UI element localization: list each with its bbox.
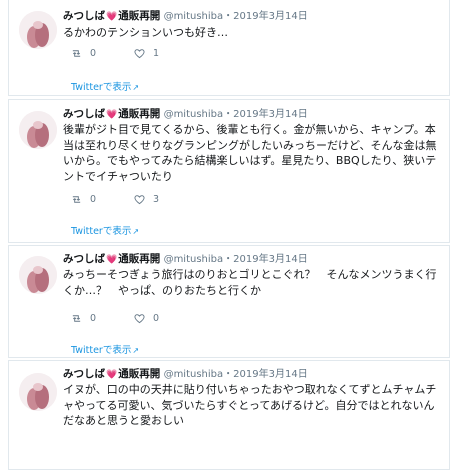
handle[interactable]: @mitushiba [164,254,224,265]
view-link-label: Twitterで表示 [71,82,132,93]
tweet-date[interactable]: 2019年3月14日 [233,369,308,380]
view-link-label: Twitterで表示 [71,345,132,356]
separator-dot: ・ [223,109,234,120]
separator-dot: ・ [223,369,234,380]
like-count: 0 [153,313,160,324]
handle[interactable]: @mitushiba [164,109,224,120]
display-name[interactable]: みつしば [63,108,105,120]
view-link-label: Twitterで表示 [71,226,132,237]
external-link-icon: ↗ [132,83,140,92]
avatar[interactable] [19,11,57,49]
like-count: 3 [153,194,160,205]
heart-emoji-icon: 💗 [106,370,118,380]
separator-dot: ・ [223,11,234,22]
name-badge: 通販再開 [118,108,161,120]
external-link-icon: ↗ [132,227,140,236]
display-name[interactable]: みつしば [63,253,105,265]
tweet-card-1[interactable]: みつしば💗通販再開 @mitushiba・2019年3月14日 るかわのテンショ… [8,0,450,96]
tweet-actions: 0 3 [71,194,197,205]
retweet-count: 0 [90,313,97,324]
like-button[interactable]: 3 [134,194,159,205]
retweet-button[interactable]: 0 [71,313,96,324]
retweet-button[interactable]: 0 [71,48,96,59]
heart-emoji-icon: 💗 [106,255,118,265]
tweet-date[interactable]: 2019年3月14日 [233,109,308,120]
name-badge: 通販再開 [118,10,161,22]
external-link-icon: ↗ [132,346,140,355]
avatar[interactable] [19,111,57,149]
retweet-button[interactable]: 0 [71,194,96,205]
name-badge: 通販再開 [118,368,161,380]
heart-icon [134,195,145,205]
tweet-header: みつしば💗通販再開 @mitushiba・2019年3月14日 [63,107,308,122]
view-on-twitter-link[interactable]: Twitterで表示↗ [71,223,139,237]
tweet-text: るかわのテンションいつも好き… [63,26,228,39]
retweet-icon [72,315,81,322]
display-name[interactable]: みつしば [63,368,105,380]
tweet-actions: 0 0 [71,313,197,324]
retweet-icon [72,196,81,203]
tweet-header: みつしば💗通販再開 @mitushiba・2019年3月14日 [63,9,308,24]
avatar[interactable] [19,373,57,411]
view-on-twitter-link[interactable]: Twitterで表示↗ [71,79,139,93]
heart-icon [134,314,145,324]
handle[interactable]: @mitushiba [164,369,224,380]
like-button[interactable]: 1 [134,48,159,59]
heart-emoji-icon: 💗 [106,110,118,120]
display-name[interactable]: みつしば [63,10,105,22]
tweet-date[interactable]: 2019年3月14日 [233,254,308,265]
tweet-text: 後輩がジト目で見てくるから、後輩とも行く。金が無いから、キャンプ。本当は至れり尽… [63,123,437,183]
tweet-actions: 0 1 [71,48,197,59]
retweet-count: 0 [90,194,97,205]
tweet-text: イヌが、口の中の天井に貼り付いちゃったおやつ取れなくてずとムチャムチャやってる可… [63,383,437,427]
tweet-header: みつしば💗通販再開 @mitushiba・2019年3月14日 [63,252,308,267]
handle[interactable]: @mitushiba [164,11,224,22]
tweet-card-3[interactable]: みつしば💗通販再開 @mitushiba・2019年3月14日 みっちーそつぎょ… [8,245,450,358]
retweet-icon [72,50,81,57]
separator-dot: ・ [223,254,234,265]
like-count: 1 [153,48,160,59]
tweet-card-2[interactable]: みつしば💗通販再開 @mitushiba・2019年3月14日 後輩がジト目で見… [8,99,450,243]
retweet-count: 0 [90,48,97,59]
tweet-card-4[interactable]: みつしば💗通販再開 @mitushiba・2019年3月14日 イヌが、口の中の… [8,360,450,470]
tweet-text: みっちーそつぎょう旅行はのりおとゴリとこぐれ？ そんなメンツうまく行くか…？ や… [63,268,437,297]
heart-emoji-icon: 💗 [106,12,118,22]
view-on-twitter-link[interactable]: Twitterで表示↗ [71,342,139,356]
like-button[interactable]: 0 [134,313,159,324]
name-badge: 通販再開 [118,253,161,265]
avatar[interactable] [19,256,57,294]
heart-icon [134,49,145,59]
tweet-date[interactable]: 2019年3月14日 [233,11,308,22]
tweet-header: みつしば💗通販再開 @mitushiba・2019年3月14日 [63,367,308,382]
